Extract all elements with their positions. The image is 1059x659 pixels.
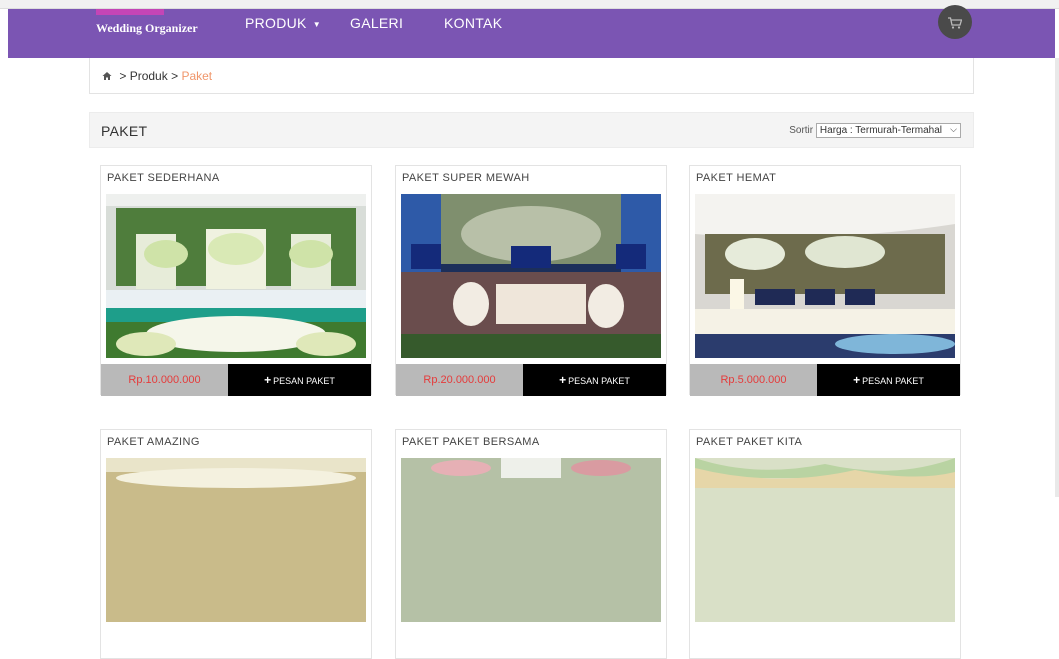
order-package-button[interactable]: + PESAN PAKET bbox=[228, 364, 371, 396]
plus-icon: + bbox=[264, 373, 272, 387]
product-title[interactable]: PAKET SUPER MEWAH bbox=[402, 172, 530, 184]
nav-kontak[interactable]: KONTAK bbox=[444, 15, 502, 31]
brand-subtitle: Wedding Organizer bbox=[96, 21, 198, 35]
product-title[interactable]: PAKET SEDERHANA bbox=[107, 172, 220, 184]
breadcrumb-sep-2: > bbox=[171, 69, 179, 83]
brand-logo-mark bbox=[96, 9, 164, 15]
product-price: Rp.10.000.000 bbox=[101, 364, 228, 396]
order-package-label: PESAN PAKET bbox=[273, 376, 335, 386]
sort-control: Sortir Harga : Termurah-Termahal ⌵ bbox=[789, 123, 961, 138]
breadcrumb-sep-1: > bbox=[119, 69, 127, 83]
product-title[interactable]: PAKET HEMAT bbox=[696, 172, 776, 184]
section-title: PAKET bbox=[101, 123, 148, 139]
product-card: PAKET SEDERHANA Rp.10.000.000 + PESAN PAK… bbox=[100, 165, 372, 396]
caret-down-icon: ▼ bbox=[312, 19, 321, 29]
product-price: Rp.20.000.000 bbox=[396, 364, 523, 396]
shopping-cart-icon[interactable] bbox=[938, 5, 972, 39]
order-package-label: PESAN PAKET bbox=[862, 376, 924, 386]
sort-label: Sortir bbox=[789, 125, 814, 136]
product-title[interactable]: PAKET PAKET KITA bbox=[696, 436, 802, 448]
plus-icon: + bbox=[559, 373, 567, 387]
browser-chrome bbox=[0, 0, 1059, 9]
brand-logo[interactable]: Wedding Organizer bbox=[96, 9, 216, 49]
order-package-button[interactable]: + PESAN PAKET bbox=[817, 364, 960, 396]
product-title[interactable]: PAKET PAKET BERSAMA bbox=[402, 436, 540, 448]
nav-produk[interactable]: PRODUK ▼ bbox=[245, 15, 321, 31]
home-icon[interactable] bbox=[102, 70, 112, 80]
product-image[interactable] bbox=[106, 458, 366, 622]
page-scrollbar[interactable] bbox=[1055, 58, 1059, 497]
product-card: PAKET PAKET KITA bbox=[689, 429, 961, 659]
breadcrumb-item-produk[interactable]: Produk bbox=[130, 69, 168, 83]
product-image[interactable] bbox=[401, 194, 661, 358]
nav-galeri[interactable]: GALERI bbox=[350, 15, 403, 31]
product-image[interactable] bbox=[401, 458, 661, 622]
product-image[interactable] bbox=[106, 194, 366, 358]
chevron-down-icon: ⌵ bbox=[950, 124, 957, 134]
product-card: PAKET PAKET BERSAMA bbox=[395, 429, 667, 659]
section-header: PAKET Sortir Harga : Termurah-Termahal ⌵ bbox=[89, 112, 974, 148]
product-card: PAKET SUPER MEWAH Rp.20.000.000 + PESAN P… bbox=[395, 165, 667, 396]
sort-select[interactable]: Harga : Termurah-Termahal ⌵ bbox=[815, 123, 961, 138]
product-image[interactable] bbox=[695, 458, 955, 622]
sort-select-value: Harga : Termurah-Termahal bbox=[819, 125, 942, 136]
order-package-button[interactable]: + PESAN PAKET bbox=[523, 364, 666, 396]
plus-icon: + bbox=[853, 373, 861, 387]
breadcrumb-item-paket: Paket bbox=[181, 69, 213, 83]
product-card: PAKET HEMAT Rp.5.000.000 + PESAN PAKET bbox=[689, 165, 961, 396]
order-package-label: PESAN PAKET bbox=[568, 376, 630, 386]
breadcrumb: > Produk > Paket bbox=[89, 58, 974, 94]
navbar: Wedding Organizer PRODUK ▼ GALERI KONTAK bbox=[8, 5, 1055, 58]
product-image[interactable] bbox=[695, 194, 955, 358]
nav-produk-label: PRODUK bbox=[245, 15, 307, 31]
product-price: Rp.5.000.000 bbox=[690, 364, 817, 396]
product-title[interactable]: PAKET AMAZING bbox=[107, 436, 200, 448]
product-card: PAKET AMAZING bbox=[100, 429, 372, 659]
